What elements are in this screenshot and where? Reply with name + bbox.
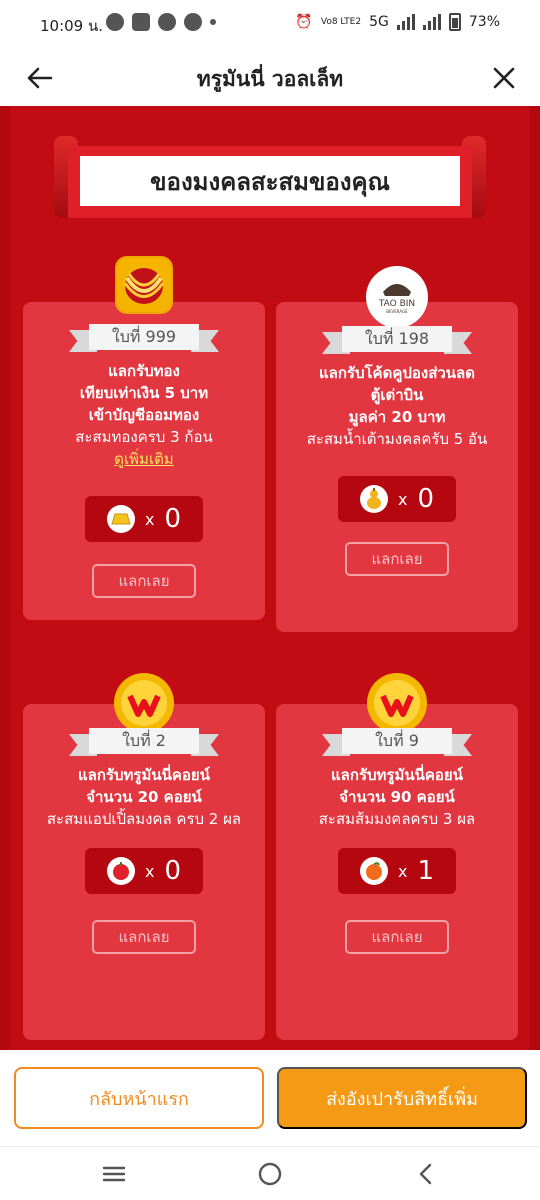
send-angpao-button[interactable]: ส่งอังเปารับสิทธิ์เพิ่ม: [277, 1067, 527, 1129]
card-line: จำนวน 20 คอยน์: [86, 788, 202, 806]
redeem-button[interactable]: แลกเลย: [345, 542, 449, 576]
item-count: 0: [164, 856, 181, 886]
chat-icon: [106, 13, 124, 31]
card-line: เข้าบัญชีออมทอง: [88, 406, 200, 424]
ticket-count: ใบที่ 9: [342, 728, 452, 754]
close-button[interactable]: [484, 58, 524, 98]
banner-title: ของมงคลสะสมของคุณ: [80, 156, 460, 206]
app-header: ทรูมันนี่ วอลเล็ท: [0, 48, 540, 106]
reward-card-coin-90: ใบที่ 9 แลกรับทรูมันนี่คอยน์ จำนวน 90 คอ…: [276, 673, 518, 1040]
scroll-body: ของมงคลสะสมของคุณ: [68, 146, 472, 218]
item-count: 1: [417, 856, 434, 886]
taobin-sub: BEVERAGE: [386, 309, 408, 314]
card-line: มูลค่า 20 บาท: [348, 408, 446, 426]
ticket-count: ใบที่ 999: [89, 324, 199, 350]
truemoney-coin-icon: [366, 672, 428, 734]
card-line: แลกรับทรูมันนี่คอยน์: [331, 766, 463, 784]
gourd-icon: [359, 485, 388, 513]
card-ribbon: ใบที่ 999: [69, 324, 219, 354]
card-line: จำนวน 90 คอยน์: [339, 788, 455, 806]
times-sign: x: [144, 861, 155, 881]
item-count-box: x 0: [338, 476, 456, 522]
taobin-logo-icon: TAO BIN BEVERAGE: [366, 266, 428, 328]
reward-card-coin-20: ใบที่ 2 แลกรับทรูมันนี่คอยน์ จำนวน 20 คอ…: [23, 673, 265, 1040]
calendar-icon: [132, 13, 150, 31]
card-description: แลกรับทรูมันนี่คอยน์ จำนวน 90 คอยน์ สะสม…: [284, 764, 510, 830]
card-ribbon: ใบที่ 9: [322, 728, 472, 758]
gold-bar-icon: [106, 505, 135, 533]
card-line: แลกรับโค้ดคูปองส่วนลด: [318, 364, 475, 382]
reward-card-taobin: TAO BIN BEVERAGE ใบที่ 198 แลกรับโค้ดคูป…: [276, 266, 518, 632]
signal-icon-2: [422, 14, 441, 30]
times-sign: x: [397, 489, 408, 509]
redeem-button[interactable]: แลกเลย: [345, 920, 449, 954]
alarm-icon: ⏰: [295, 14, 313, 30]
times-sign: x: [144, 509, 155, 529]
home-circle-icon: [258, 1162, 282, 1186]
system-icons: ⏰ Vo8 LTE2 5G 73%: [295, 13, 500, 31]
reward-card-gold: ใบที่ 999 แลกรับทอง เทียบเท่าเงิน 5 บาท …: [23, 256, 265, 620]
ticket-count: ใบที่ 2: [89, 728, 199, 754]
apple-icon: [106, 857, 135, 885]
card-line: ตู้เต่าบิน: [370, 386, 424, 404]
card-condition: สะสมส้มมงคลครบ 3 ผล: [318, 810, 476, 828]
card-description: แลกรับโค้ดคูปองส่วนลด ตู้เต่าบิน มูลค่า …: [284, 362, 510, 450]
gold-necklace-icon: [115, 256, 173, 314]
card-condition: สะสมน้ำเต้ามงคลครับ 5 อัน: [306, 430, 488, 448]
status-bar: 10:09 น. ⏰ Vo8 LTE2 5G 73%: [0, 0, 540, 48]
card-condition: สะสมทองครบ 3 ก้อน: [75, 428, 213, 446]
more-notifications-icon: [210, 19, 216, 25]
recent-apps-button[interactable]: [94, 1157, 134, 1191]
card-ribbon: ใบที่ 2: [69, 728, 219, 758]
orange-icon: [359, 857, 388, 885]
battery-level: 73%: [468, 14, 500, 30]
recent-apps-icon: [102, 1166, 126, 1182]
network-label: 5G: [369, 14, 389, 30]
home-nav-button[interactable]: [250, 1157, 290, 1191]
ticket-count: ใบที่ 198: [342, 326, 452, 352]
item-count-box: x 0: [85, 496, 203, 542]
see-more-link[interactable]: ดูเพิ่มเติม: [31, 448, 257, 470]
card-line: เทียบเท่าเงิน 5 บาท: [79, 384, 209, 402]
times-sign: x: [397, 861, 408, 881]
chevron-left-icon: [419, 1163, 432, 1185]
card-description: แลกรับทอง เทียบเท่าเงิน 5 บาท เข้าบัญชีอ…: [31, 360, 257, 470]
close-icon: [493, 67, 515, 89]
notification-icons: [106, 13, 216, 31]
title-banner: ของมงคลสะสมของคุณ: [54, 136, 486, 226]
collection-panel: ของมงคลสะสมของคุณ ใบที่ 999 แลกรับทอง เท…: [0, 106, 540, 1050]
redeem-button[interactable]: แลกเลย: [92, 920, 196, 954]
card-description: แลกรับทรูมันนี่คอยน์ จำนวน 20 คอยน์ สะสม…: [31, 764, 257, 830]
action-bar: กลับหน้าแรก ส่งอังเปารับสิทธิ์เพิ่ม: [0, 1050, 540, 1146]
tiktok-icon: [184, 13, 202, 31]
battery-icon: [448, 13, 461, 31]
back-to-home-button[interactable]: กลับหน้าแรก: [14, 1067, 264, 1129]
redeem-button[interactable]: แลกเลย: [92, 564, 196, 598]
item-count: 0: [417, 484, 434, 514]
card-ribbon: ใบที่ 198: [322, 326, 472, 356]
signal-icon: [396, 14, 415, 30]
card-condition: สะสมแอปเปิ้ลมงคล ครบ 2 ผล: [46, 810, 242, 828]
item-count-box: x 1: [338, 848, 456, 894]
system-nav-bar: [0, 1146, 540, 1200]
line-icon: [158, 13, 176, 31]
item-count-box: x 0: [85, 848, 203, 894]
item-count: 0: [164, 504, 181, 534]
card-line: แลกรับทรูมันนี่คอยน์: [78, 766, 210, 784]
back-nav-button[interactable]: [406, 1157, 446, 1191]
taobin-text: TAO BIN: [378, 299, 415, 309]
card-line: แลกรับทอง: [108, 362, 180, 380]
page-title: ทรูมันนี่ วอลเล็ท: [196, 67, 344, 91]
status-time: 10:09 น.: [40, 17, 104, 35]
volte-label: Vo8 LTE2: [320, 16, 362, 27]
truemoney-coin-icon: [113, 672, 175, 734]
